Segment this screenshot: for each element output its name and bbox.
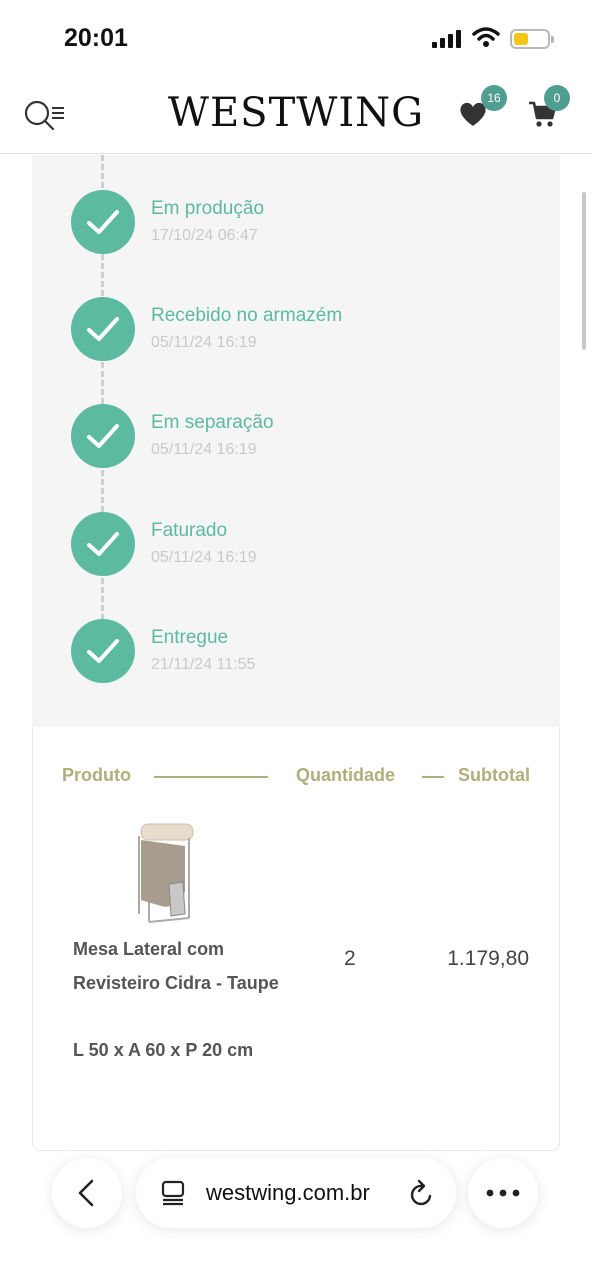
check-icon	[71, 297, 135, 361]
browser-toolbar: westwing.com.br	[0, 1158, 592, 1228]
timeline-step: Em separação 05/11/24 16:19	[32, 404, 560, 474]
scrollbar[interactable]	[582, 192, 586, 350]
back-icon	[78, 1179, 94, 1207]
step-date: 21/11/24 11:55	[151, 656, 256, 673]
check-icon	[71, 512, 135, 576]
status-time: 20:01	[64, 24, 128, 52]
step-date: 05/11/24 16:19	[151, 441, 257, 458]
address-bar[interactable]: westwing.com.br	[136, 1158, 456, 1228]
url-text[interactable]: westwing.com.br	[206, 1180, 370, 1206]
signal-icon	[432, 30, 462, 48]
timeline-step: Recebido no armazém 05/11/24 16:19	[32, 297, 560, 367]
step-date: 05/11/24 16:19	[151, 549, 257, 566]
back-button[interactable]	[52, 1158, 122, 1228]
column-header-product: Produto	[62, 765, 131, 785]
step-title: Faturado	[151, 520, 228, 541]
check-icon	[71, 619, 135, 683]
product-subtotal: 1.179,80	[447, 947, 529, 970]
more-button[interactable]	[468, 1158, 538, 1228]
order-products: Produto Quantidade Subtotal Mesa Lateral…	[32, 727, 560, 1151]
check-icon	[71, 404, 135, 468]
status-bar: 20:01	[0, 0, 592, 78]
favorites-count-badge: 16	[481, 85, 507, 111]
order-timeline: Em produção 17/10/24 06:47 Recebido no a…	[32, 155, 560, 727]
step-title: Recebido no armazém	[151, 305, 343, 326]
timeline-step: Em produção 17/10/24 06:47	[32, 190, 560, 260]
battery-icon	[510, 29, 554, 49]
column-header-quantity: Quantidade	[296, 765, 396, 785]
wifi-icon	[472, 27, 500, 47]
product-quantity: 2	[344, 947, 356, 970]
step-date: 17/10/24 06:47	[151, 227, 258, 244]
site-header: WESTWING 16 0	[0, 78, 592, 154]
product-image[interactable]	[133, 822, 197, 928]
step-title: Entregue	[151, 627, 229, 648]
timeline-step: Faturado 05/11/24 16:19	[32, 512, 560, 582]
step-date: 05/11/24 16:19	[151, 334, 257, 351]
step-title: Em separação	[151, 412, 274, 433]
check-icon	[71, 190, 135, 254]
column-header-subtotal: Subtotal	[458, 765, 530, 785]
header-divider	[422, 776, 444, 778]
cart-count-badge: 0	[544, 85, 570, 111]
reload-icon[interactable]	[408, 1178, 436, 1208]
product-name[interactable]: Mesa Lateral com Revisteiro Cidra - Taup…	[73, 932, 293, 1000]
header-divider	[154, 776, 268, 778]
step-title: Em produção	[151, 198, 265, 219]
product-dimensions: L 50 x A 60 x P 20 cm	[73, 1040, 254, 1060]
timeline-step: Entregue 21/11/24 11:55	[32, 619, 560, 689]
more-icon	[486, 1189, 520, 1197]
tabs-icon[interactable]	[160, 1180, 186, 1206]
